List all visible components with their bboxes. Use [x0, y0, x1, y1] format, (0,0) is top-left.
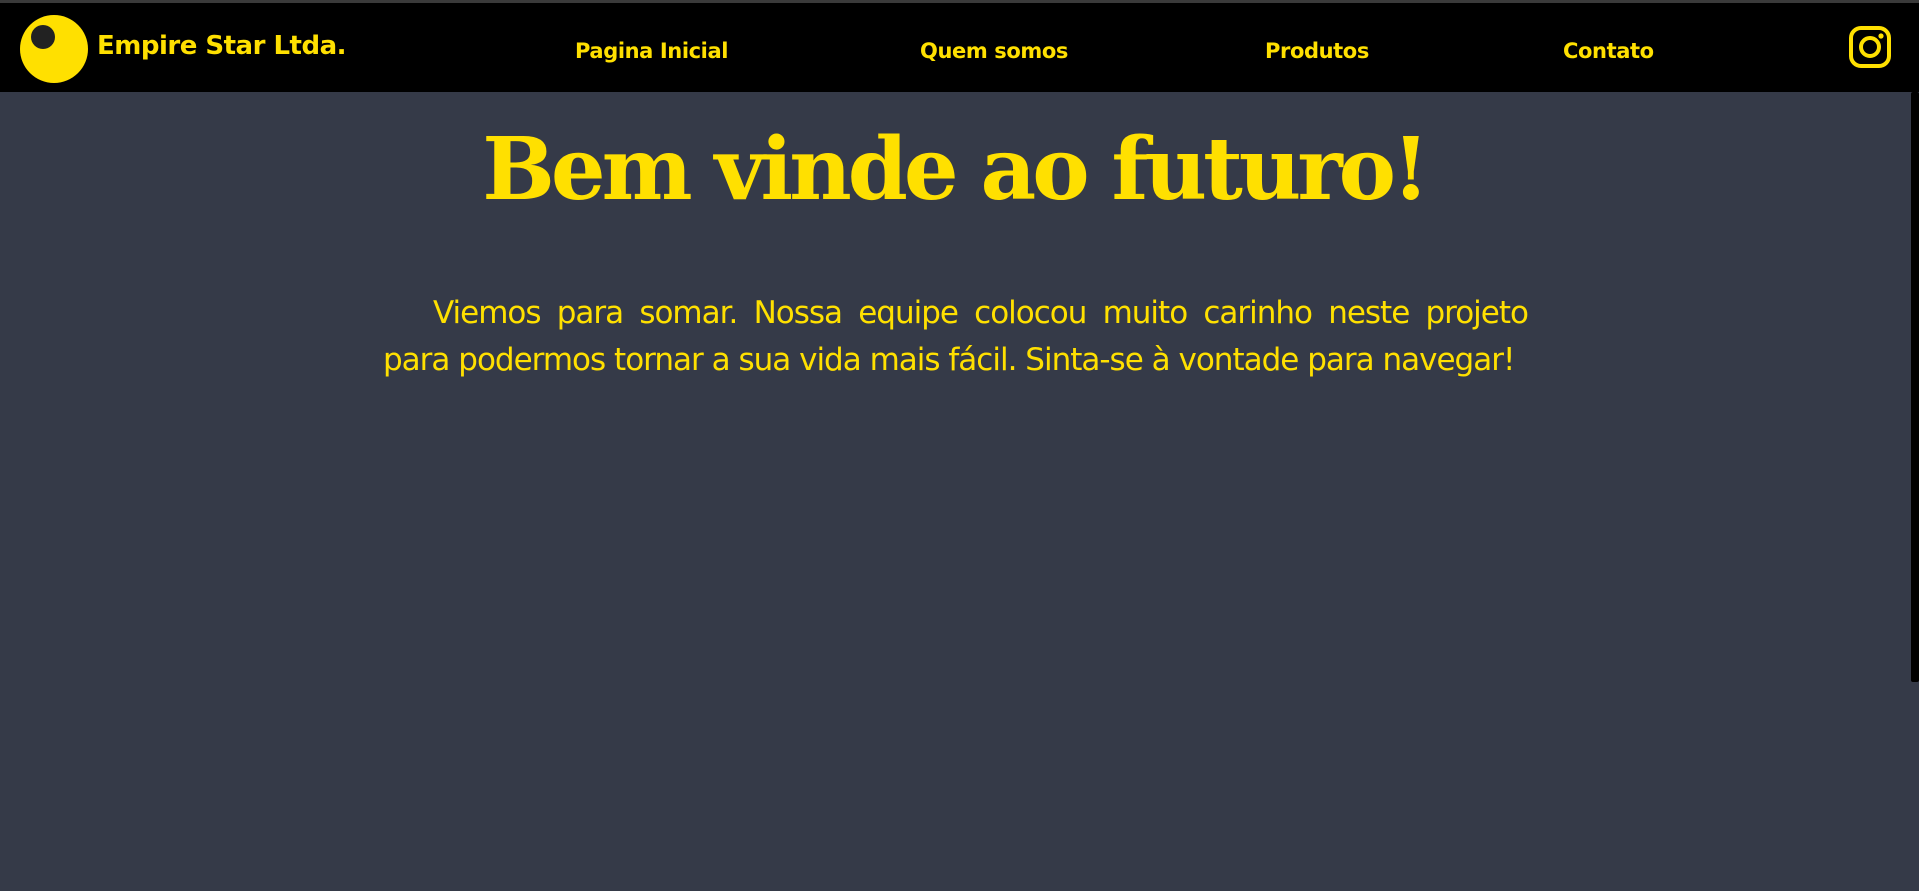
hero-title: Bem vinde ao futuro! — [482, 119, 1430, 220]
nav-link-pagina-inicial[interactable]: Pagina Inicial — [575, 39, 728, 63]
navbar: Empire Star Ltda. Pagina Inicial Quem so… — [0, 3, 1919, 92]
nav-link-produtos[interactable]: Produtos — [1265, 39, 1369, 63]
scrollbar-thumb[interactable] — [1911, 92, 1919, 682]
nav-link-contato[interactable]: Contato — [1563, 39, 1654, 63]
logo-eye-dot — [31, 25, 55, 49]
vertical-scrollbar[interactable] — [1908, 92, 1919, 891]
nav-link-quem-somos[interactable]: Quem somos — [920, 39, 1068, 63]
brand-name[interactable]: Empire Star Ltda. — [97, 31, 347, 61]
logo-icon[interactable] — [20, 15, 88, 83]
page: Empire Star Ltda. Pagina Inicial Quem so… — [0, 0, 1919, 891]
instagram-icon[interactable] — [1848, 25, 1892, 69]
hero-paragraph: Viemos para somar. Nossa equipe colocou … — [383, 295, 1529, 378]
